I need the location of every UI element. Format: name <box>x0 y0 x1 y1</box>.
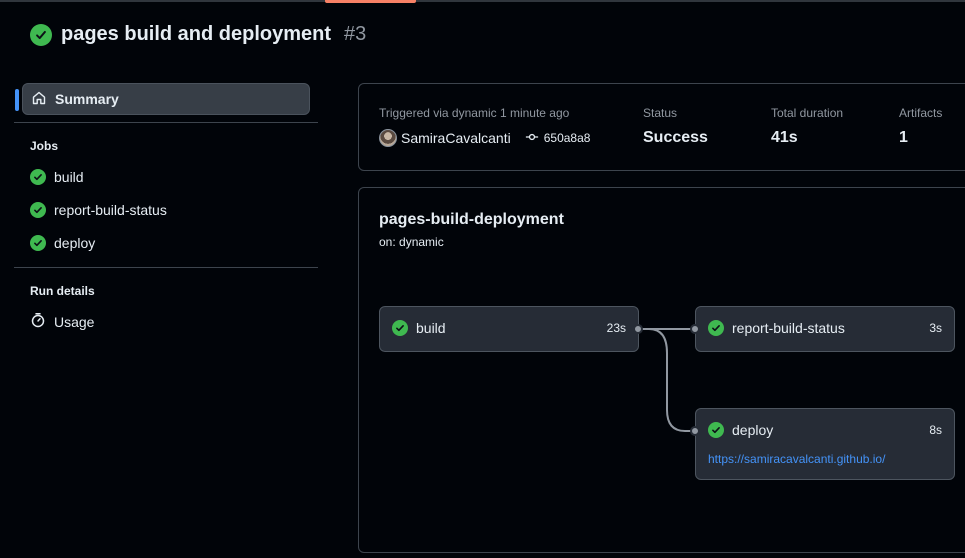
job-name: report-build-status <box>732 320 845 336</box>
input-port <box>690 324 700 334</box>
jobs-section-title: Jobs <box>30 139 59 153</box>
sidebar-item-label: report-build-status <box>54 201 167 218</box>
success-check-icon <box>708 320 724 336</box>
trigger-info: Triggered via dynamic 1 minute ago <box>379 106 570 120</box>
job-duration: 3s <box>929 321 942 335</box>
divider <box>14 122 318 123</box>
run-details-section-title: Run details <box>30 284 95 298</box>
status-label: Status <box>643 106 678 120</box>
sidebar-item-build[interactable]: build <box>14 160 318 193</box>
sidebar-item-label: Usage <box>54 313 95 330</box>
job-title-row: report-build-status <box>708 320 845 336</box>
sidebar-item-summary[interactable]: Summary <box>15 83 310 115</box>
sidebar-item-usage[interactable]: Usage <box>14 305 318 338</box>
page-title: pages build and deployment <box>61 23 332 45</box>
sidebar-item-deploy[interactable]: deploy <box>14 226 318 259</box>
commit-sha: 650a8a8 <box>543 131 591 145</box>
job-duration: 8s <box>929 423 942 437</box>
duration-stat: Total duration 41s <box>771 106 843 147</box>
job-build[interactable]: build 23s <box>379 306 639 352</box>
stopwatch-icon <box>30 312 46 331</box>
job-connectors <box>639 328 695 432</box>
success-check-icon <box>30 168 46 185</box>
sidebar-item-label: Summary <box>55 91 119 107</box>
deployment-url-link[interactable]: https://samiracavalcanti.github.io/ <box>708 452 885 466</box>
top-border <box>0 0 965 2</box>
actor-link[interactable]: SamiraCavalcanti <box>401 130 511 146</box>
job-report-build-status[interactable]: report-build-status 3s <box>695 306 955 352</box>
success-check-icon <box>30 23 52 46</box>
workflow-graph-card: pages-build-deployment on: dynamic build… <box>358 187 965 553</box>
page-header: pages build and deployment #3 <box>30 23 366 46</box>
selected-indicator <box>15 89 19 111</box>
actor-row: SamiraCavalcanti 650a8a8 <box>379 129 590 147</box>
artifacts-label: Artifacts <box>899 106 943 120</box>
home-icon <box>31 90 47 109</box>
divider <box>14 267 318 268</box>
artifacts-stat: Artifacts 1 <box>899 106 942 147</box>
run-number: #3 <box>344 23 367 45</box>
sidebar-item-label: deploy <box>54 234 96 251</box>
duration-label: Total duration <box>771 106 844 120</box>
output-port <box>633 324 643 334</box>
success-check-icon <box>30 234 46 251</box>
jobs-list: build report-build-status deploy <box>14 160 318 259</box>
run-summary-card: Triggered via dynamic 1 minute ago Samir… <box>358 83 965 171</box>
duration-value: 41s <box>771 129 798 146</box>
input-port <box>690 426 700 436</box>
job-name: deploy <box>732 422 774 438</box>
job-deploy[interactable]: deploy 8s https://samiracavalcanti.githu… <box>695 408 955 480</box>
commit-link[interactable]: 650a8a8 <box>525 130 591 147</box>
git-commit-icon <box>525 130 539 147</box>
sidebar-item-report-build-status[interactable]: report-build-status <box>14 193 318 226</box>
job-name: build <box>416 320 446 336</box>
status-value: Success <box>643 129 708 146</box>
success-check-icon <box>708 422 724 438</box>
success-check-icon <box>30 201 46 218</box>
job-title-row: deploy <box>708 422 773 438</box>
avatar[interactable] <box>379 129 397 147</box>
success-check-icon <box>392 320 408 336</box>
run-details-list: Usage <box>14 305 318 338</box>
job-duration: 23s <box>606 321 626 335</box>
active-tab-indicator <box>325 0 416 3</box>
job-title-row: build <box>392 320 446 336</box>
sidebar: Summary Jobs build report-build-status d… <box>14 83 318 338</box>
artifacts-value[interactable]: 1 <box>899 129 942 147</box>
status-stat: Status Success <box>643 106 708 147</box>
sidebar-item-label: build <box>54 168 84 185</box>
